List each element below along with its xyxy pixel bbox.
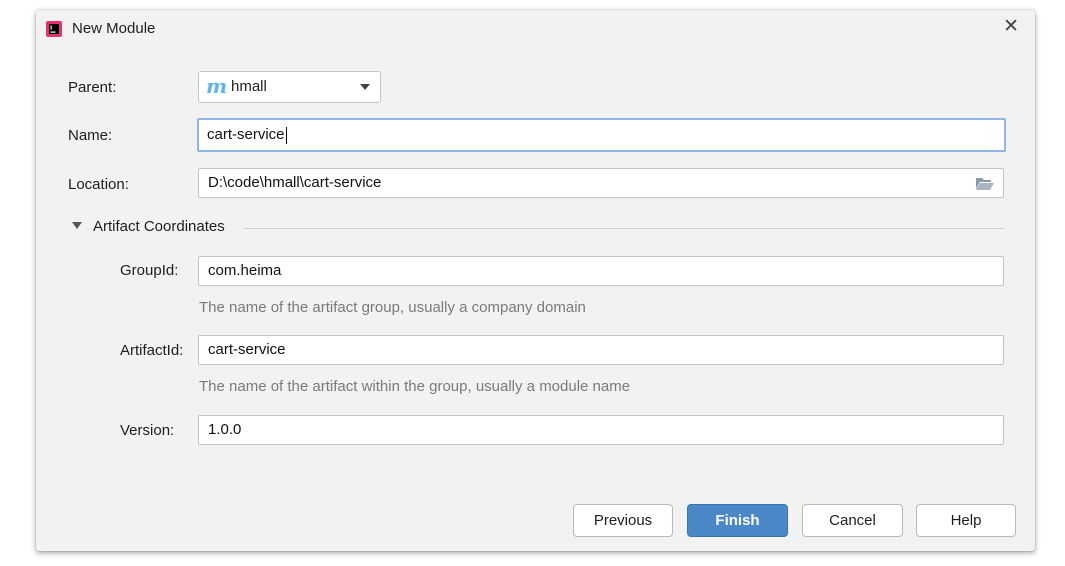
folder-open-icon[interactable] xyxy=(976,177,994,190)
groupid-value: com.heima xyxy=(208,262,282,279)
artifactid-value: cart-service xyxy=(208,341,286,358)
groupid-hint: The name of the artifact group, usually … xyxy=(199,299,586,316)
close-icon[interactable]: ✕ xyxy=(1003,15,1019,38)
version-value: 1.0.0 xyxy=(208,421,242,438)
intellij-icon xyxy=(46,21,62,37)
groupid-label: GroupId: xyxy=(120,262,179,279)
name-value: cart-service xyxy=(207,126,285,143)
location-field[interactable]: D:\code\hmall\cart-service xyxy=(198,168,1004,198)
cancel-button[interactable]: Cancel xyxy=(802,504,903,537)
artifactid-hint: The name of the artifact within the grou… xyxy=(199,378,631,395)
new-module-dialog: New Module ✕ Parent: m hmall Name: cart-… xyxy=(36,10,1035,551)
dialog-title: New Module xyxy=(72,20,156,37)
parent-select[interactable]: m hmall xyxy=(198,71,381,103)
artifact-coordinates-header[interactable]: Artifact Coordinates xyxy=(93,218,225,235)
title-bar: New Module ✕ xyxy=(36,10,1035,48)
location-value: D:\code\hmall\cart-service xyxy=(208,174,382,191)
parent-value: hmall xyxy=(231,78,267,95)
artifactid-label: ArtifactId: xyxy=(120,342,184,359)
parent-label: Parent: xyxy=(68,79,117,96)
chevron-down-icon[interactable] xyxy=(72,222,82,229)
location-label: Location: xyxy=(68,176,129,193)
maven-module-icon: m xyxy=(206,74,228,98)
text-caret xyxy=(285,126,287,144)
name-field[interactable]: cart-service xyxy=(197,118,1006,152)
name-label: Name: xyxy=(68,127,113,144)
finish-button[interactable]: Finish xyxy=(687,504,788,537)
version-label: Version: xyxy=(120,422,175,439)
groupid-field[interactable]: com.heima xyxy=(198,256,1004,286)
previous-button[interactable]: Previous xyxy=(573,504,673,537)
artifactid-field[interactable]: cart-service xyxy=(198,335,1004,365)
chevron-down-icon[interactable] xyxy=(360,84,370,90)
section-divider xyxy=(244,228,1004,229)
help-button[interactable]: Help xyxy=(916,504,1016,537)
version-field[interactable]: 1.0.0 xyxy=(198,415,1004,445)
